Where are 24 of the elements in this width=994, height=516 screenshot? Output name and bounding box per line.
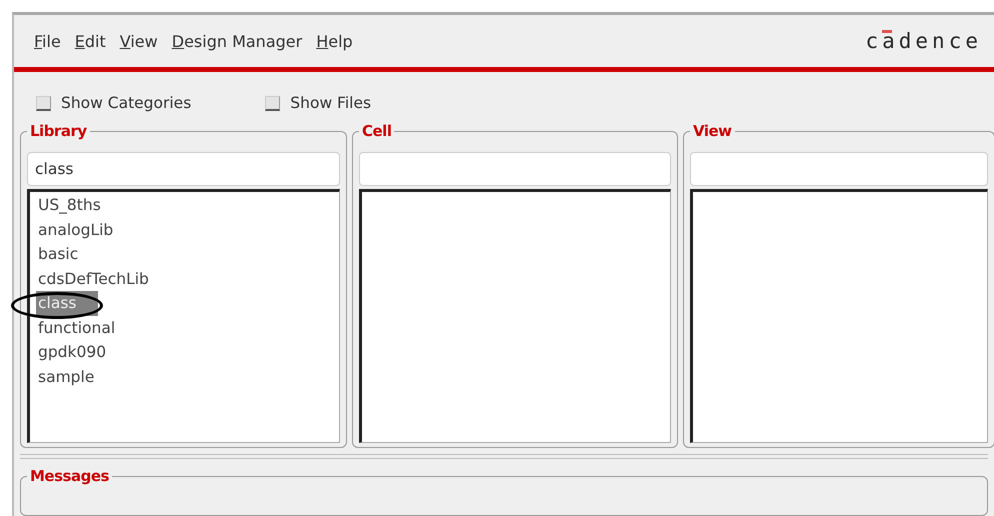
list-item[interactable]: basic xyxy=(36,242,80,266)
checkbox[interactable] xyxy=(36,96,51,110)
filter-field[interactable] xyxy=(359,152,671,186)
list-item[interactable]: sample xyxy=(36,364,96,389)
group-title: View xyxy=(692,122,733,140)
menu-item[interactable]: Edit xyxy=(74,32,106,50)
menu-item[interactable]: File xyxy=(34,32,61,50)
menu-item[interactable]: View xyxy=(120,32,158,50)
list-item[interactable]: analogLib xyxy=(36,218,116,242)
filter-field[interactable] xyxy=(690,152,988,186)
logo: cadence xyxy=(865,29,982,53)
checkbox-label: Show Files xyxy=(290,94,372,112)
filter-field[interactable]: class xyxy=(27,152,340,186)
menu-item[interactable]: Design Manager xyxy=(172,32,302,50)
list-item[interactable]: functional xyxy=(36,316,118,340)
list-item[interactable]: US_8ths xyxy=(36,193,103,218)
checkbox-label: Show Categories xyxy=(61,94,192,112)
group-title: Cell xyxy=(361,122,392,140)
checkbox[interactable] xyxy=(265,96,280,110)
menu-item[interactable]: Help xyxy=(316,32,353,50)
group-title: Library xyxy=(29,122,88,140)
group-title: Messages xyxy=(29,467,110,485)
list-item[interactable]: gpdk090 xyxy=(36,340,108,364)
list-item[interactable]: cdsDefTechLib xyxy=(36,266,151,291)
